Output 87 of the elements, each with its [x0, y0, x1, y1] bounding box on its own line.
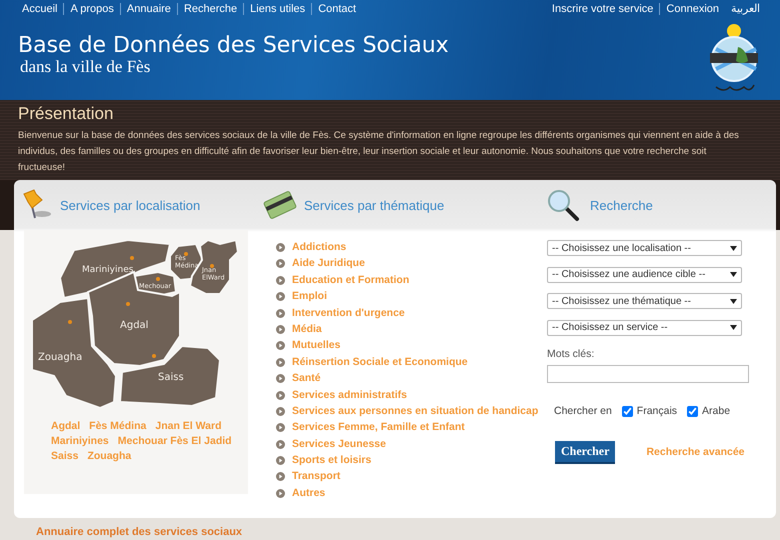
district-link[interactable]: Agdal — [51, 420, 80, 433]
district-label: Zouagha — [38, 352, 82, 363]
bullet-arrow-icon — [276, 243, 285, 252]
district-link[interactable]: Jnan El Ward — [155, 420, 222, 433]
dropdown-select[interactable]: -- Choisissez une thématique -- — [547, 293, 742, 309]
dropdown-select[interactable]: -- Choisissez une localisation -- — [547, 240, 742, 256]
directory-link[interactable]: Annuaire complet des services sociaux — [36, 526, 242, 538]
bullet-arrow-icon — [276, 406, 285, 416]
theme-link[interactable]: Emploi — [292, 290, 328, 304]
bullet-arrow-icon — [276, 259, 285, 268]
keywords-input[interactable] — [547, 365, 749, 383]
nav-link[interactable]: Connexion — [659, 3, 725, 15]
bullet-arrow-icon — [276, 440, 285, 449]
bullet-arrow-icon — [276, 488, 285, 498]
district-link[interactable]: Mariniyines — [51, 435, 109, 448]
theme-link[interactable]: Intervention d'urgence — [292, 306, 405, 320]
language-label: Français — [636, 405, 678, 417]
district-link[interactable]: Mechouar Fès El Jadid — [118, 435, 232, 448]
column-title: Services par localisation — [60, 198, 200, 212]
magnifier-icon — [546, 188, 580, 222]
theme-link[interactable]: Réinsertion Sociale et Economique — [292, 356, 468, 369]
theme-link[interactable]: Transport — [292, 470, 340, 484]
bullet-arrow-icon — [276, 423, 285, 432]
column-title: Services par thématique — [304, 198, 444, 212]
district-dot — [152, 354, 156, 358]
bullet-arrow-icon — [276, 358, 285, 367]
district-dot — [184, 252, 188, 256]
nav-link[interactable]: Liens utiles — [243, 3, 312, 15]
district-dot — [130, 256, 134, 260]
nav-link[interactable]: Contact — [311, 3, 362, 15]
district-link[interactable]: Saiss — [51, 450, 78, 463]
caret-icon — [730, 246, 737, 250]
theme-link[interactable]: Média — [292, 322, 322, 336]
district-dot — [156, 277, 160, 281]
district-dot — [126, 302, 130, 306]
theme-link[interactable]: Services aux personnes en situation de handicap — [292, 404, 538, 418]
bullet-arrow-icon — [276, 456, 285, 466]
language-label: Arabe — [702, 405, 730, 417]
nav-link[interactable]: A propos — [63, 3, 120, 15]
bullet-arrow-icon — [276, 324, 285, 334]
nav-link[interactable]: Recherche — [176, 3, 244, 15]
bullet-arrow-icon — [276, 374, 285, 384]
nav-link[interactable]: Annuaire — [120, 3, 177, 15]
dropdown-select[interactable]: -- Choisissez une audience cible -- — [547, 266, 742, 282]
district-link[interactable]: Fès Médina — [89, 420, 146, 433]
district-label: Mariniyines — [82, 265, 134, 275]
theme-link[interactable]: Services Jeunesse — [292, 438, 386, 451]
intro-paragraph: Bienvenue sur la base de données des services sociaux de la ville de Fès. Ce système d'information en ligne regroupe les différents organismes qui viennent en aide à des individus, des familles ou des groupes en difficulté afin de favoriser leur bien-être, leur insertion sociale et leur autonomie. Nous souhaitons que votre recherche soit fructueuse! — [18, 129, 740, 175]
theme-link[interactable]: Aide Juridique — [292, 257, 365, 270]
caret-icon — [730, 298, 737, 304]
caret-icon — [730, 272, 737, 277]
language-checkbox[interactable] — [687, 406, 698, 416]
site-subtitle: dans la ville de Fès — [20, 59, 152, 75]
bullet-arrow-icon — [276, 308, 285, 318]
nav-link[interactable]: Accueil — [16, 3, 64, 15]
theme-link[interactable]: Services Femme, Famille et Enfant — [292, 421, 465, 434]
bullet-arrow-icon — [276, 341, 285, 350]
column-title: Recherche — [590, 198, 653, 212]
site-title: Base de Données des Services Sociaux — [18, 33, 449, 59]
nav-link[interactable]: Inscrire votre service — [546, 3, 660, 15]
district-label: Agdal — [120, 320, 148, 331]
bullet-arrow-icon — [276, 472, 285, 482]
district-label: Saiss — [158, 372, 184, 383]
theme-link[interactable]: Autres — [292, 486, 326, 500]
bullet-arrow-icon — [276, 276, 285, 285]
theme-link[interactable]: Santé — [292, 372, 321, 386]
district-shape[interactable] — [118, 344, 222, 408]
section-title: Présentation — [18, 104, 114, 124]
search-in-label: Chercher en — [554, 405, 612, 417]
language-checkbox[interactable] — [622, 406, 633, 416]
district-dot — [210, 264, 214, 268]
dropdown-select[interactable]: -- Choisissez un service -- — [547, 320, 742, 336]
theme-link[interactable]: Sports et loisirs — [292, 454, 372, 468]
search-button[interactable]: Chercher — [555, 441, 616, 464]
theme-link[interactable]: Education et Formation — [292, 274, 410, 287]
bullet-arrow-icon — [276, 292, 285, 302]
district-link[interactable]: Zouagha — [87, 450, 132, 463]
district-shape[interactable] — [31, 296, 118, 410]
bullet-arrow-icon — [276, 390, 285, 400]
theme-link[interactable]: Mutuelles — [292, 339, 340, 352]
theme-link[interactable]: Services administratifs — [292, 388, 407, 402]
nav-link[interactable]: العربية — [725, 3, 766, 15]
caret-icon — [730, 325, 737, 330]
district-dot — [68, 320, 72, 324]
advanced-search-link[interactable]: Recherche avancée — [646, 446, 745, 459]
keywords-label: Mots clés: — [547, 348, 596, 360]
theme-link[interactable]: Addictions — [292, 241, 346, 254]
